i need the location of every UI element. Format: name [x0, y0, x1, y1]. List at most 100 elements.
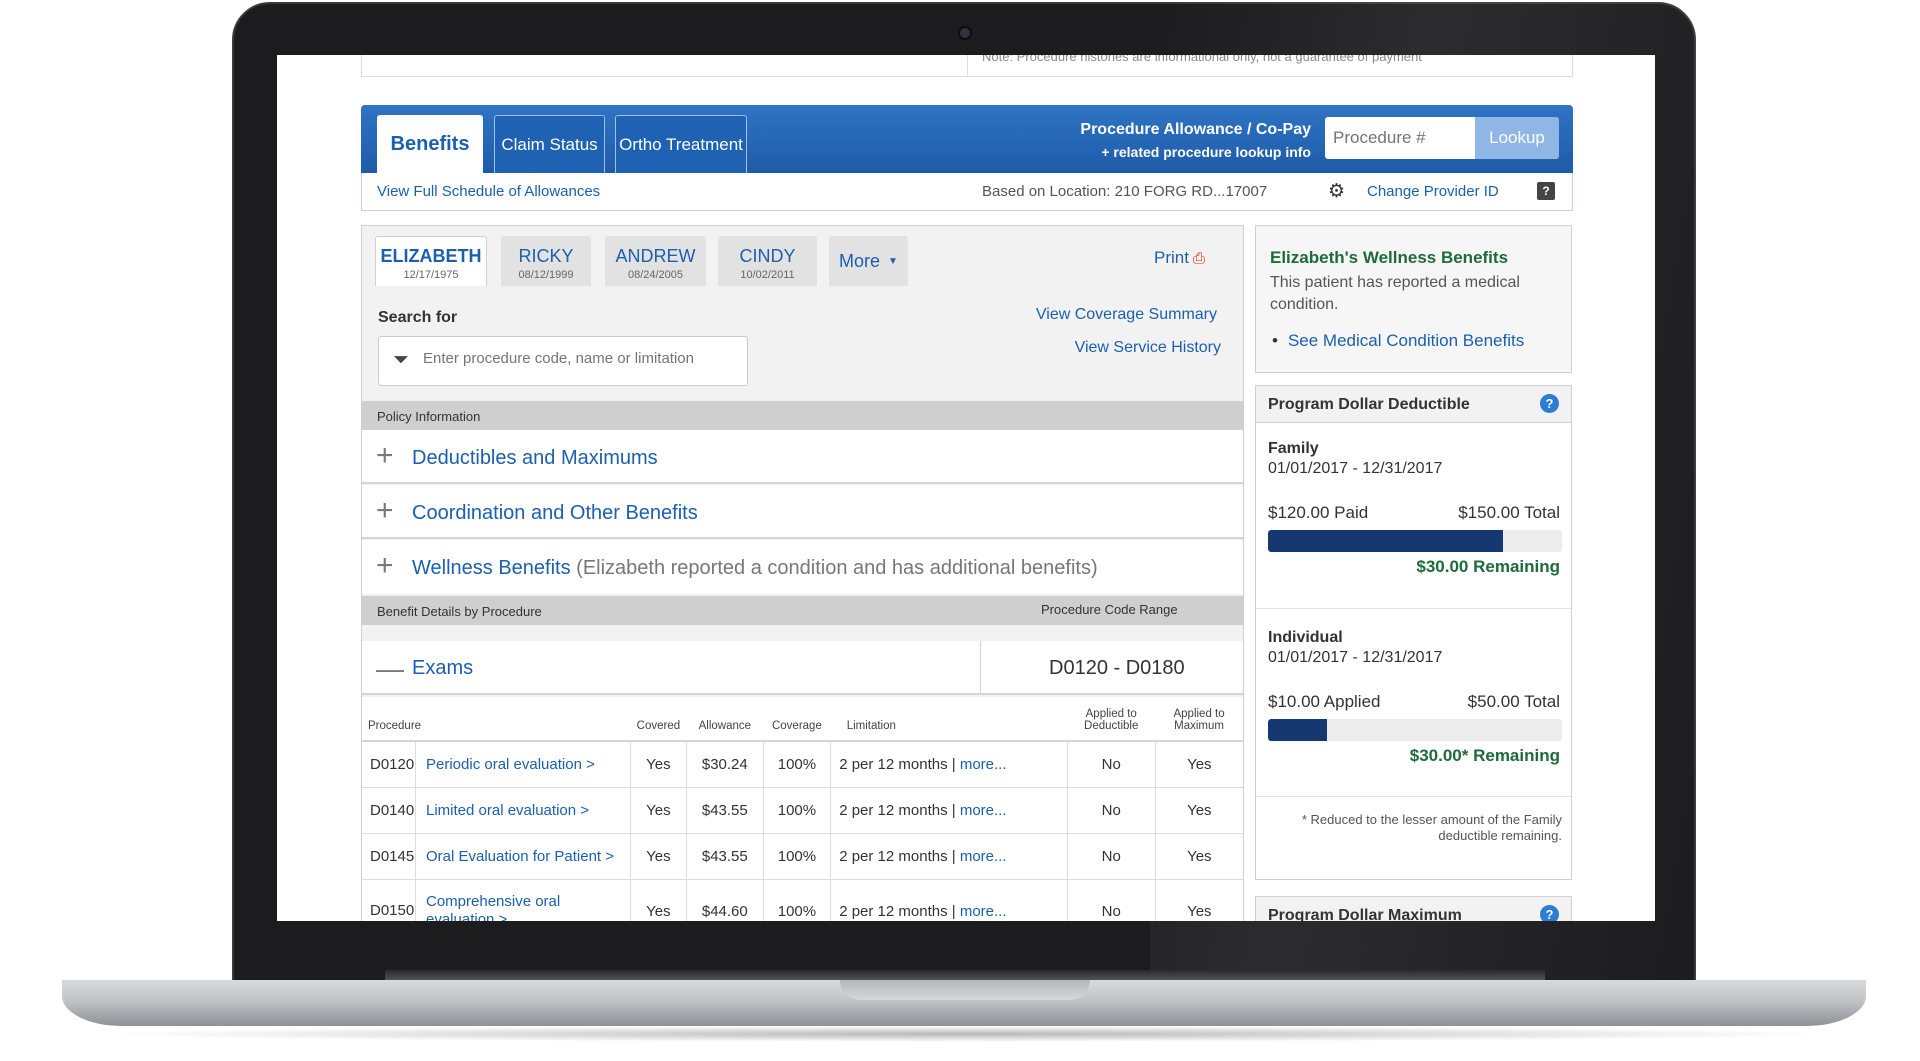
accordion-deductibles[interactable]: + Deductibles and Maximums: [362, 430, 1243, 484]
maximum-cell: Yes: [1155, 879, 1243, 921]
deductible-cell: No: [1067, 879, 1156, 921]
panel-divider: [967, 55, 968, 77]
view-service-history-link[interactable]: View Service History: [1075, 339, 1221, 357]
individual-progress-fill: [1268, 719, 1327, 741]
procedure-cell: D0145 Oral Evaluation for Patient >: [362, 833, 631, 880]
procedure-code-range-title: Procedure Code Range: [1041, 602, 1178, 617]
deductible-header: Program Dollar Deductible ?: [1256, 386, 1571, 423]
accordion-label: Coordination and Other Benefits: [412, 502, 698, 524]
patient-tab-ricky[interactable]: RICKY 08/12/1999: [501, 236, 591, 286]
limitation-more-link[interactable]: more...: [960, 802, 1007, 819]
medical-condition-benefits-link[interactable]: • See Medical Condition Benefits: [1272, 331, 1524, 351]
procedure-cell: D0140 Limited oral evaluation >: [362, 787, 631, 834]
plus-icon: +: [376, 494, 394, 527]
maximum-title: Program Dollar Maximum: [1268, 907, 1462, 921]
procedure-name-link[interactable]: Oral Evaluation for Patient >: [416, 848, 614, 865]
tab-benefits[interactable]: Benefits: [377, 115, 483, 173]
limitation-text: 2 per 12 months |: [839, 902, 956, 920]
procedure-code: D0140: [362, 788, 416, 833]
procedure-name-link[interactable]: Limited oral evaluation >: [416, 802, 589, 819]
tab-ortho-treatment[interactable]: Ortho Treatment: [615, 115, 747, 173]
location-bar: View Full Schedule of Allowances Based o…: [361, 173, 1573, 211]
family-paid: $120.00 Paid: [1268, 503, 1369, 522]
procedure-name-link[interactable]: Periodic oral evaluation >: [416, 756, 595, 773]
procedure-search-input[interactable]: [423, 350, 733, 367]
laptop-notch: [840, 980, 1090, 1000]
patient-dob: 08/12/1999: [518, 269, 574, 281]
patient-tab-elizabeth[interactable]: ELIZABETH 12/17/1975: [375, 236, 487, 286]
procedure-allowance-subtitle: + related procedure lookup info: [1101, 144, 1311, 160]
col-procedure: Procedure: [362, 697, 631, 742]
benefits-app: Note: Procedure histories are informatio…: [361, 55, 1573, 921]
family-dates: 01/01/2017 - 12/31/2017: [1268, 460, 1443, 477]
procedure-name-link[interactable]: Comprehensive oral evaluation >: [416, 893, 566, 921]
medical-condition-link-label: See Medical Condition Benefits: [1287, 331, 1525, 350]
family-total: $150.00 Total: [1458, 503, 1560, 522]
limitation-cell: 2 per 12 months | more...: [830, 833, 1068, 880]
divider: [1256, 608, 1571, 609]
allowance-cell: $43.55: [686, 787, 764, 834]
policy-information-title: Policy Information: [377, 409, 481, 424]
maximum-cell: Yes: [1155, 741, 1243, 788]
deductible-cell: No: [1067, 741, 1156, 788]
gear-icon[interactable]: ⚙: [1328, 180, 1345, 203]
search-label: Search for: [378, 309, 458, 326]
deductible-footnote: * Reduced to the lesser amount of the Fa…: [1301, 812, 1562, 843]
view-coverage-summary-link[interactable]: View Coverage Summary: [1036, 306, 1217, 324]
allowance-cell: $44.60: [686, 879, 764, 921]
procedure-allowance-title: Procedure Allowance / Co-Pay: [1080, 121, 1311, 138]
benefits-panel: ELIZABETH 12/17/1975 RICKY 08/12/1999 AN…: [361, 225, 1244, 921]
print-button[interactable]: Print ⎙: [1154, 248, 1205, 268]
col-allowance: Allowance: [686, 697, 764, 742]
patient-name: CINDY: [739, 246, 796, 266]
location-text: Based on Location: 210 FORG RD...17007: [982, 183, 1268, 200]
individual-label: Individual: [1268, 629, 1343, 646]
bullet-icon: •: [1272, 331, 1278, 350]
exams-code-range: D0120 - D0180: [1049, 657, 1185, 679]
procedure-cell: D0120 Periodic oral evaluation >: [362, 741, 631, 788]
tab-claim-status[interactable]: Claim Status: [494, 115, 605, 173]
limitation-more-link[interactable]: more...: [960, 756, 1007, 773]
help-circle-icon[interactable]: ?: [1540, 394, 1559, 413]
individual-dates: 01/01/2017 - 12/31/2017: [1268, 649, 1443, 666]
view-schedule-link[interactable]: View Full Schedule of Allowances: [377, 183, 600, 200]
limitation-more-link[interactable]: more...: [960, 848, 1007, 865]
table-row: D0140 Limited oral evaluation > Yes $43.5…: [362, 787, 1243, 834]
procedure-search-box[interactable]: ⏷: [378, 336, 748, 386]
print-label: Print: [1154, 248, 1189, 267]
procedure-table: Procedure Covered Allowance Coverage Lim…: [362, 697, 1243, 921]
col-applied-deductible: Applied to Deductible: [1067, 697, 1156, 742]
col-coverage: Coverage: [763, 697, 831, 742]
allowance-cell: $30.24: [686, 741, 764, 788]
change-provider-link[interactable]: Change Provider ID: [1367, 183, 1499, 200]
lookup-button[interactable]: Lookup: [1475, 117, 1559, 159]
limitation-text: 2 per 12 months |: [839, 802, 956, 819]
covered-cell: Yes: [630, 741, 687, 788]
patient-tab-cindy[interactable]: CINDY 10/02/2011: [718, 236, 817, 286]
family-remaining: $30.00 Remaining: [1416, 557, 1560, 576]
limitation-more-link[interactable]: more...: [960, 903, 1007, 920]
procedure-number-input[interactable]: [1325, 117, 1475, 159]
more-patients-dropdown[interactable]: More ▼: [829, 236, 908, 286]
help-circle-icon[interactable]: ?: [1540, 905, 1559, 921]
wellness-text: This patient has reported a medical cond…: [1270, 274, 1520, 313]
patient-dob: 08/24/2005: [627, 269, 684, 281]
accordion-label: Wellness Benefits (Elizabeth reported a …: [412, 557, 1098, 580]
patient-name: ELIZABETH: [380, 246, 482, 266]
exams-category-row[interactable]: — Exams D0120 - D0180: [362, 641, 1243, 695]
limitation-text: 2 per 12 months |: [839, 848, 956, 865]
help-icon[interactable]: ?: [1537, 182, 1555, 200]
patient-tab-andrew[interactable]: ANDREW 08/24/2005: [605, 236, 706, 286]
accordion-wellness[interactable]: + Wellness Benefits (Elizabeth reported …: [362, 540, 1243, 594]
col-applied-maximum: Applied to Maximum: [1155, 697, 1243, 742]
col-limitation: Limitation: [830, 697, 1068, 742]
top-panel-remnant: Note: Procedure histories are informatio…: [361, 55, 1573, 77]
benefit-details-header: Benefit Details by Procedure Procedure C…: [362, 596, 1243, 625]
accordion-label-sub: (Elizabeth reported a condition and has …: [576, 557, 1098, 579]
table-header-row: Procedure Covered Allowance Coverage Lim…: [362, 697, 1243, 742]
policy-information-header: Policy Information: [362, 401, 1243, 430]
col-covered: Covered: [630, 697, 687, 742]
limitation-cell: 2 per 12 months | more...: [830, 787, 1068, 834]
coverage-cell: 100%: [763, 833, 832, 880]
accordion-coordination[interactable]: + Coordination and Other Benefits: [362, 485, 1243, 539]
